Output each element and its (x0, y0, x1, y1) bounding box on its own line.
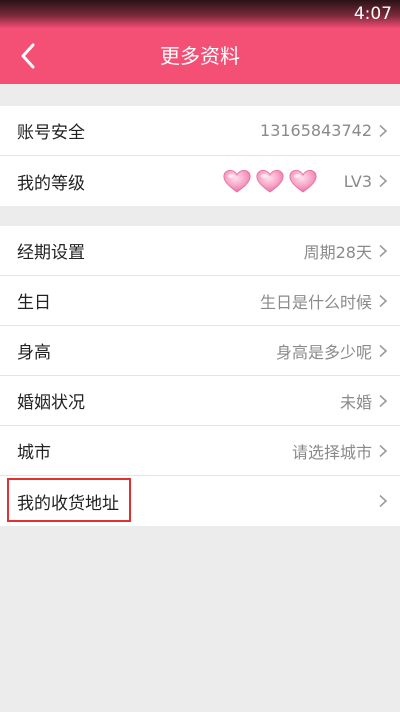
chevron-right-icon (379, 495, 388, 507)
row-my-level[interactable]: 我的等级 LV3 (0, 156, 400, 206)
row-value: 13165843742 (260, 121, 372, 140)
heart-icon (289, 169, 317, 193)
chevron-right-icon (379, 175, 388, 187)
row-label: 身高 (17, 343, 51, 363)
row-value: 身高是多少呢 (275, 342, 372, 362)
chevron-right-icon (379, 244, 388, 257)
status-time: 4:07 (353, 4, 392, 24)
row-value: 生日是什么时候 (259, 292, 372, 312)
row-label: 生日 (17, 293, 51, 313)
row-label: 我的等级 (17, 173, 85, 194)
row-label: 经期设置 (17, 243, 85, 263)
row-label: 我的收货地址 (17, 493, 119, 514)
row-label: 城市 (17, 443, 51, 463)
profile-group: 经期设置 周期28天 生日 生日是什么时候 身高 身高是多少呢 婚姻状况 未婚 … (0, 226, 400, 526)
page-title: 更多资料 (160, 44, 240, 68)
chevron-right-icon (379, 344, 388, 357)
account-group: 账号安全 13165843742 我的等级 LV3 (0, 106, 400, 206)
row-account-security[interactable]: 账号安全 13165843742 (0, 106, 400, 156)
status-bar: 4:07 (0, 0, 400, 28)
heart-icon (256, 169, 284, 193)
row-period-settings[interactable]: 经期设置 周期28天 (0, 226, 400, 276)
chevron-right-icon (379, 394, 388, 407)
row-value: 周期28天 (303, 242, 372, 262)
row-marital-status[interactable]: 婚姻状况 未婚 (0, 376, 400, 426)
row-city[interactable]: 城市 请选择城市 (0, 426, 400, 476)
chevron-right-icon (379, 294, 388, 307)
row-value: 请选择城市 (291, 442, 372, 462)
app-header: 更多资料 (0, 28, 400, 84)
chevron-right-icon (379, 444, 388, 457)
level-hearts (222, 168, 318, 194)
row-shipping-address[interactable]: 我的收货地址 (0, 476, 400, 526)
row-birthday[interactable]: 生日 生日是什么时候 (0, 276, 400, 326)
chevron-right-icon (379, 124, 388, 137)
row-label: 账号安全 (17, 123, 85, 143)
heart-icon (223, 169, 251, 193)
row-value: LV3 (343, 171, 372, 191)
row-height[interactable]: 身高 身高是多少呢 (0, 326, 400, 376)
row-value: 未婚 (339, 392, 372, 412)
row-label: 婚姻状况 (17, 393, 85, 413)
